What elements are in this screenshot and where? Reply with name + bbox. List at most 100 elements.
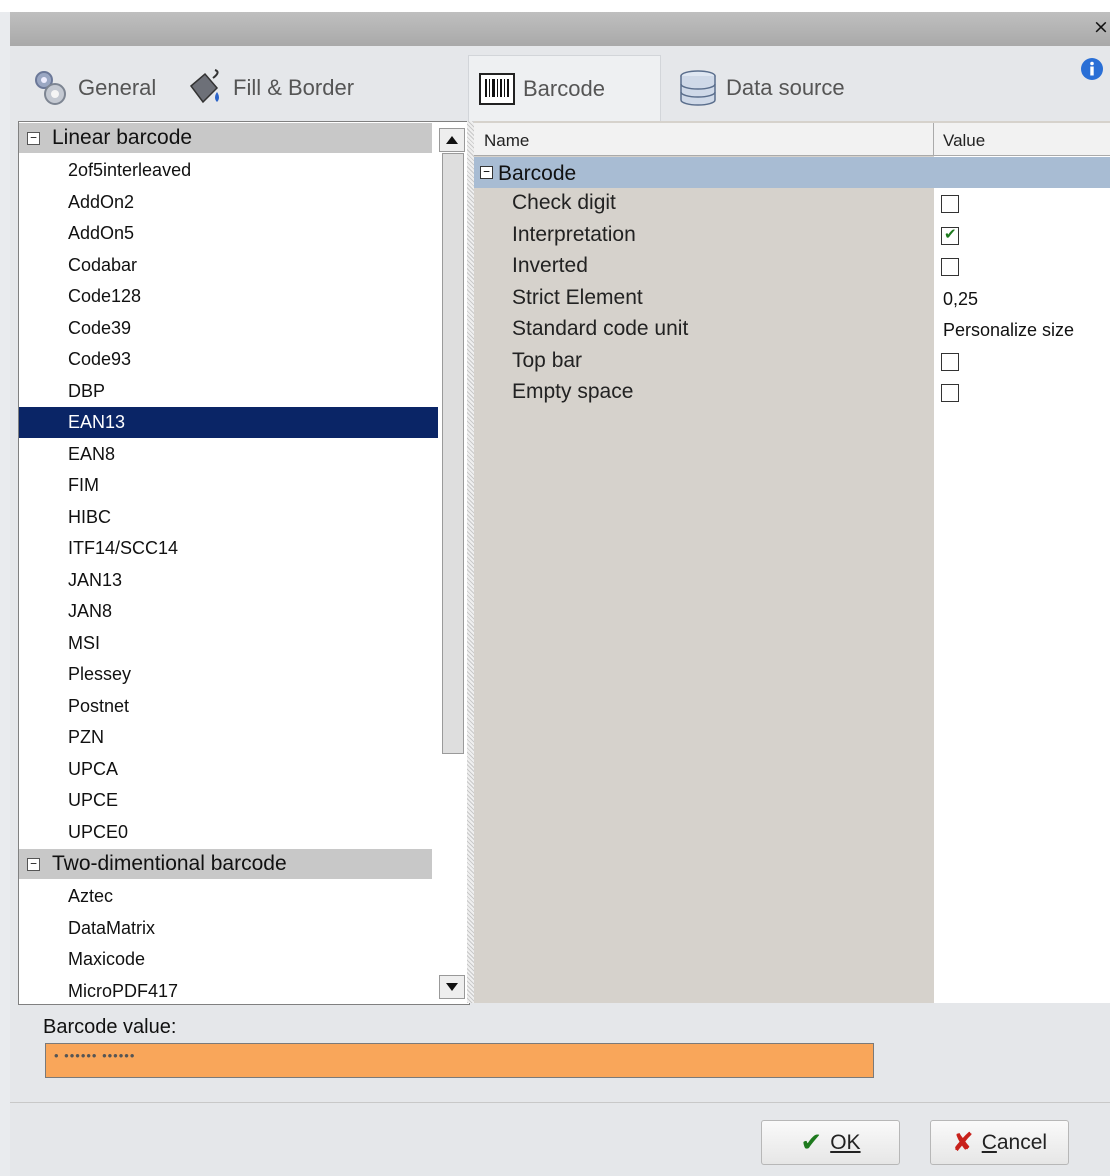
list-item[interactable]: Maxicode (19, 944, 438, 975)
list-item[interactable]: AddOn2 (19, 187, 438, 218)
list-item[interactable]: Code128 (19, 281, 438, 312)
arrow-down-icon (446, 983, 458, 991)
list-item-label: UPCA (68, 758, 119, 779)
list-item[interactable]: DBP (19, 376, 438, 407)
scroll-down-button[interactable] (439, 975, 465, 999)
property-checkbox[interactable] (941, 258, 959, 276)
list-item-label: ITF14/SCC14 (68, 538, 179, 558)
list-item[interactable]: Plessey (19, 659, 438, 690)
list-item[interactable]: 2of5interleaved (19, 155, 438, 186)
tab-barcode[interactable]: Barcode (468, 55, 661, 122)
scroll-thumb[interactable] (442, 153, 464, 754)
close-icon[interactable]: × (1092, 18, 1110, 37)
x-icon: ✘ (951, 1127, 974, 1158)
list-item[interactable]: EAN13 (19, 407, 438, 438)
list-item[interactable]: UPCE (19, 785, 438, 816)
list-item[interactable]: Aztec (19, 881, 438, 912)
list-item[interactable]: EAN8 (19, 439, 438, 470)
property-name: Inverted (512, 254, 588, 277)
list-item[interactable]: DataMatrix (19, 913, 438, 944)
property-name: Check digit (512, 191, 616, 214)
list-item[interactable]: Codabar (19, 250, 438, 281)
list-item[interactable]: MSI (19, 628, 438, 659)
barcode-icon (479, 71, 515, 107)
list-item[interactable]: UPCA (19, 754, 438, 785)
check-icon: ✔ (944, 224, 957, 243)
tab-data-source[interactable]: Data source (678, 57, 845, 119)
collapse-icon[interactable]: − (480, 166, 493, 179)
list-item[interactable]: JAN13 (19, 565, 438, 596)
tab-fill-border[interactable]: Fill & Border (185, 57, 354, 119)
list-item[interactable]: AddOn5 (19, 218, 438, 249)
gears-icon (30, 68, 70, 108)
list-item-label: JAN8 (68, 601, 113, 621)
list-item-label: JAN13 (68, 569, 123, 590)
footer-divider (10, 1102, 1110, 1103)
list-item[interactable]: ITF14/SCC14 (19, 533, 438, 564)
property-value[interactable]: 0,25 (943, 289, 978, 310)
list-item-label: UPCE (68, 790, 119, 810)
collapse-icon[interactable]: − (27, 858, 40, 871)
barcode-type-list[interactable]: − Linear barcode 2of5interleaved AddOn2 AddO… (18, 121, 470, 1005)
list-item[interactable]: FIM (19, 470, 438, 501)
list-item-label: DataMatrix (68, 917, 156, 938)
list-item-label: Postnet (68, 695, 130, 716)
category-label: Barcode (498, 162, 577, 185)
list-item-label: MSI (68, 632, 101, 653)
list-item[interactable]: Postnet (19, 691, 438, 722)
list-group-header[interactable]: − Linear barcode (19, 123, 432, 153)
list-item-label: Maxicode (68, 949, 146, 969)
property-checkbox[interactable] (941, 384, 959, 402)
info-icon[interactable] (1080, 57, 1104, 81)
list-item-label: Code128 (68, 286, 142, 306)
list-item[interactable]: Code39 (19, 313, 438, 344)
cancel-rest: ancel (996, 1130, 1048, 1154)
property-grid-header (474, 123, 1110, 156)
scroll-up-button[interactable] (439, 128, 465, 152)
property-checkbox[interactable]: ✔ (941, 224, 959, 245)
collapse-icon[interactable]: − (27, 132, 40, 145)
property-name: Top bar (512, 348, 583, 372)
property-value[interactable]: Personalize size (943, 320, 1074, 341)
barcode-value-input[interactable]: • •••••• •••••• (45, 1043, 874, 1078)
cancel-button-label: Cancel (982, 1131, 1047, 1155)
barcode-value-label: Barcode value: (43, 1016, 177, 1038)
list-item-label: HIBC (68, 506, 112, 527)
list-item[interactable]: PZN (19, 722, 438, 753)
list-item-label: Plessey (68, 664, 132, 684)
database-icon (678, 68, 718, 108)
tab-general[interactable]: General (30, 57, 156, 119)
ok-button-label: OK (830, 1130, 861, 1154)
list-item-label: AddOn2 (68, 191, 135, 212)
list-item[interactable]: JAN8 (19, 596, 438, 627)
title-bar[interactable] (10, 12, 1110, 46)
cancel-button[interactable]: ✘ Cancel (930, 1120, 1069, 1165)
list-item-label: AddOn5 (68, 223, 135, 243)
property-checkbox[interactable] (941, 195, 959, 213)
tab-barcode-label: Barcode (523, 76, 605, 101)
list-item-label: EAN13 (68, 412, 126, 432)
list-item[interactable]: Code93 (19, 344, 438, 375)
property-checkbox[interactable] (941, 352, 959, 371)
list-item-label: UPCE0 (68, 821, 129, 842)
list-item-label: Code39 (68, 317, 132, 338)
header-divider[interactable] (933, 123, 934, 156)
panel-splitter[interactable] (467, 121, 474, 1003)
tab-fill-border-label: Fill & Border (233, 75, 355, 100)
list-item-label: MicroPDF417 (68, 980, 179, 1001)
group-label: Two-dimentional barcode (52, 852, 287, 875)
list-item-label: Codabar (68, 254, 138, 275)
property-name: Strict Element (512, 285, 643, 309)
paint-bucket-icon (185, 68, 225, 108)
column-header-name[interactable]: Name (484, 131, 529, 151)
list-item[interactable]: MicroPDF417 (19, 976, 438, 1005)
property-name: Standard code unit (512, 317, 689, 340)
list-item-label: Code93 (68, 349, 132, 369)
list-item[interactable]: UPCE0 (19, 817, 438, 848)
ok-button[interactable]: ✔ OK (761, 1120, 900, 1165)
list-item[interactable]: HIBC (19, 502, 438, 533)
list-group-header[interactable]: − Two-dimentional barcode (19, 849, 432, 879)
window-top-edge (0, 0, 1110, 12)
column-header-value[interactable]: Value (943, 131, 985, 151)
list-item-label: FIM (68, 475, 99, 495)
